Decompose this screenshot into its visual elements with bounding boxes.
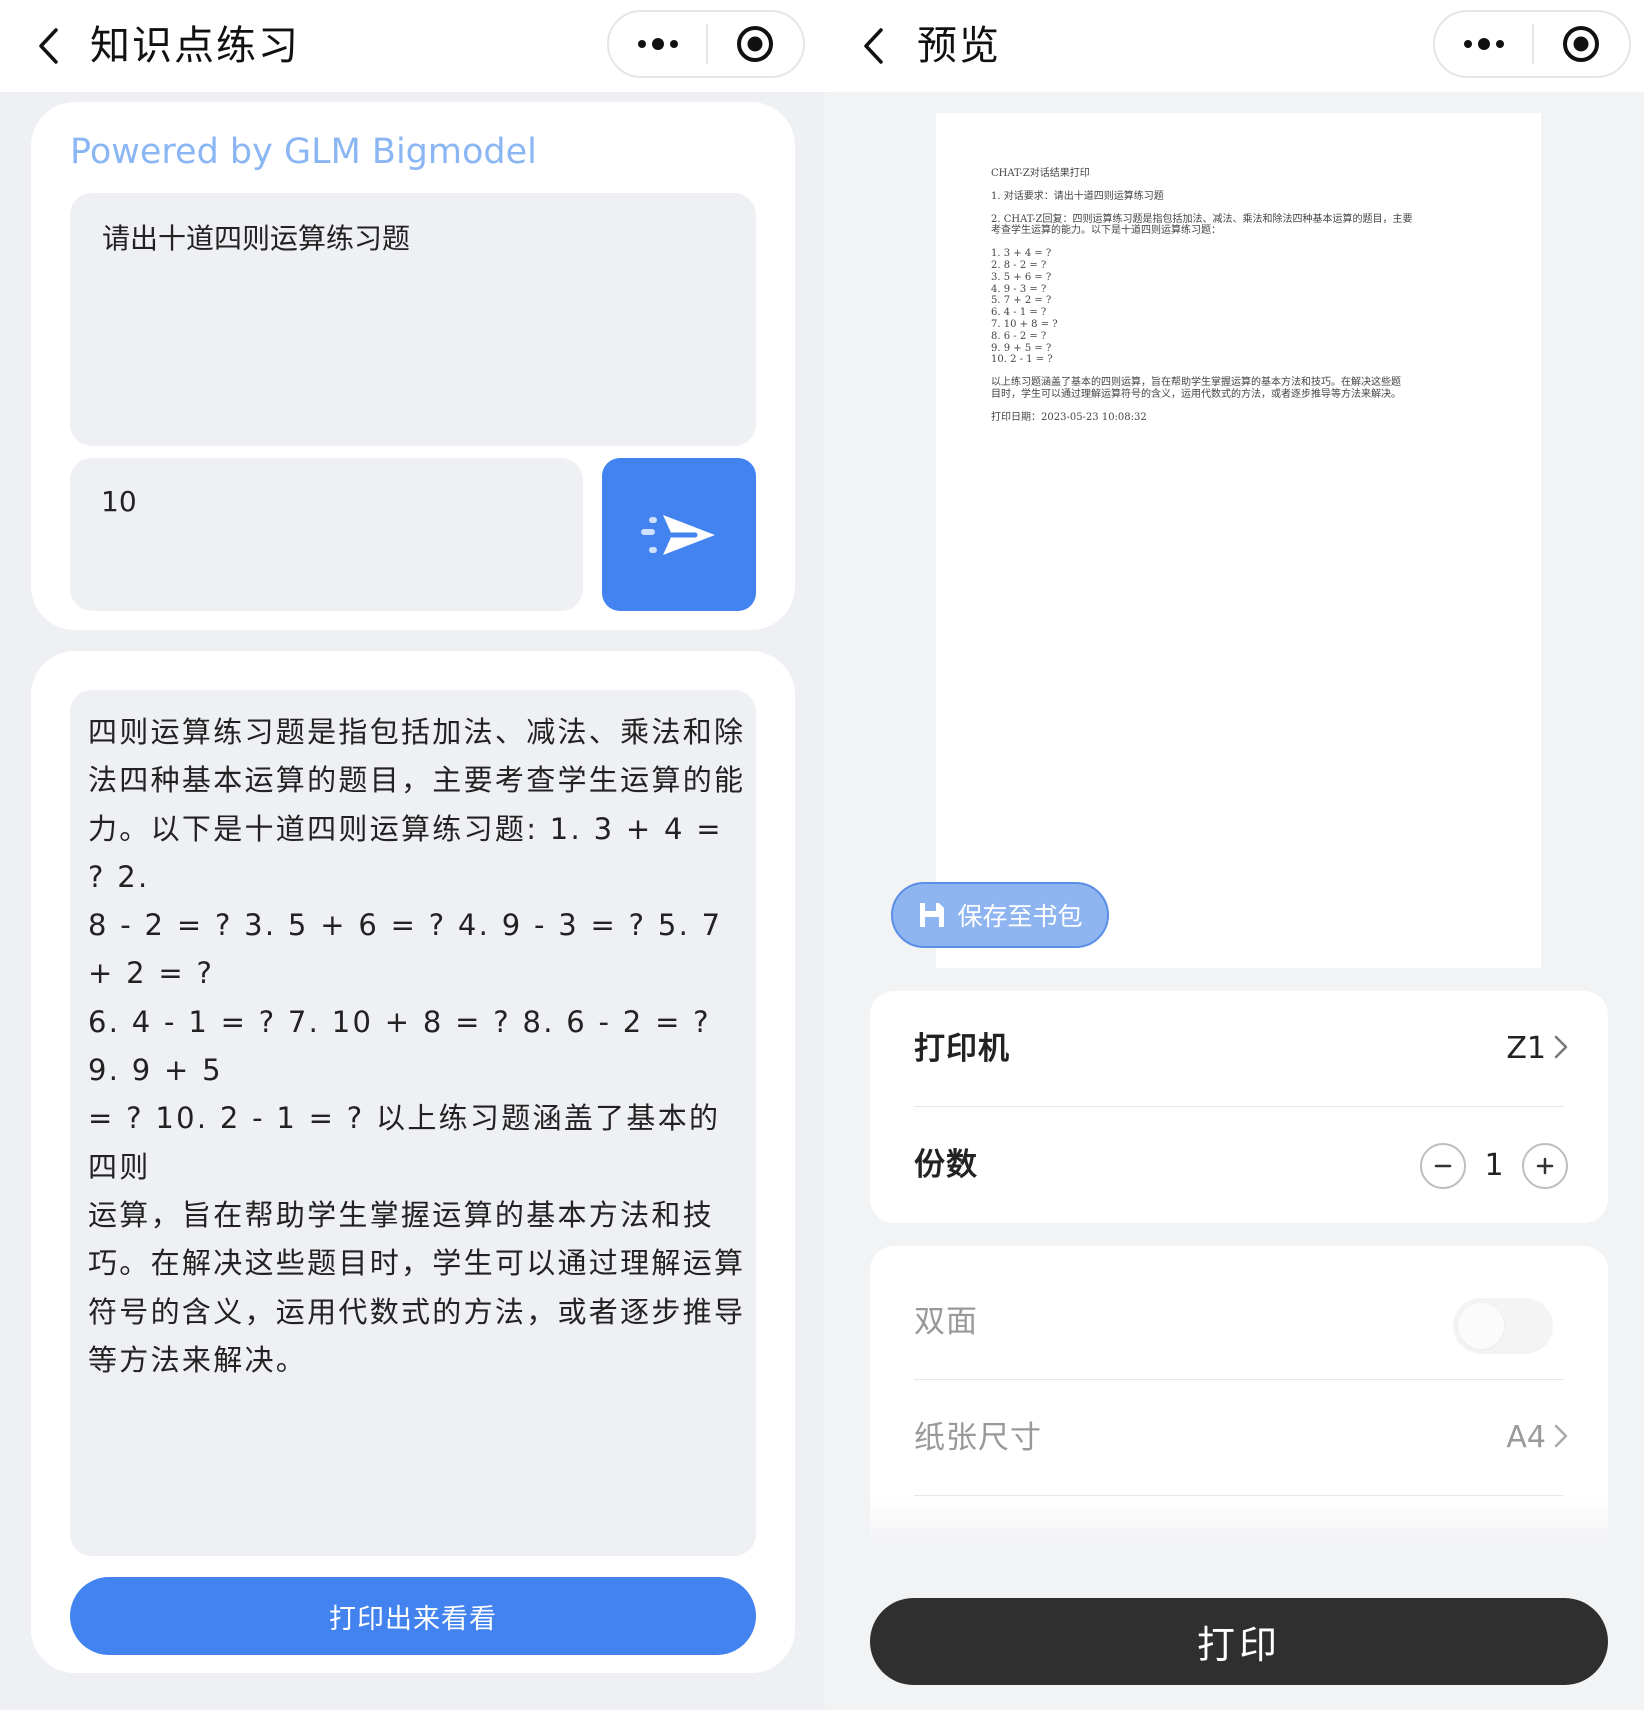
printer-row[interactable]: 打印机 Z1 bbox=[870, 991, 1608, 1107]
doc-item: 5. 7 + 2 = ? bbox=[991, 295, 1052, 307]
more-button[interactable] bbox=[1435, 12, 1532, 76]
print-settings-card: 打印机 Z1 份数 1 bbox=[870, 991, 1608, 1223]
doc-item: 4. 9 - 3 = ? bbox=[991, 283, 1047, 295]
target-circle-icon bbox=[1563, 26, 1600, 62]
doc-summary: 目时，学生可以通过理解运算符号的含义，运用代数式的方法，或者逐步推导等方法来解决… bbox=[991, 388, 1401, 400]
doc-reply: 考查学生运算的能力。以下是十道四则运算练习题： bbox=[991, 225, 1221, 237]
duplex-toggle[interactable] bbox=[1453, 1298, 1553, 1354]
nav-bar: 知识点练习 bbox=[0, 0, 825, 92]
more-button[interactable] bbox=[609, 12, 706, 76]
back-button[interactable] bbox=[28, 20, 68, 72]
row-divider bbox=[914, 1495, 1564, 1496]
doc-item: 9. 9 + 5 = ? bbox=[991, 342, 1052, 354]
chevron-right-icon bbox=[1554, 1035, 1568, 1059]
left-screen: 知识点练习 Powered by GLM Bigmodel 请出十道四则运算练习… bbox=[0, 0, 825, 1710]
mini-program-capsule bbox=[1433, 10, 1631, 78]
doc-summary: 以上练习题涵盖了基本的四则运算，旨在帮助学生掌握运算的基本方法和技巧。在解决这些… bbox=[991, 377, 1401, 389]
printer-label: 打印机 bbox=[914, 1031, 1010, 1067]
answer-line: 法四种基本运算的题目，主要考查学生运算的能 bbox=[88, 763, 746, 798]
increase-copies-button[interactable] bbox=[1522, 1143, 1568, 1189]
page-title: 知识点练习 bbox=[90, 23, 300, 69]
save-to-bag-button[interactable]: 保存至书包 bbox=[891, 882, 1109, 948]
scroll-fade bbox=[870, 1500, 1608, 1560]
answer-line: 四则运算练习题是指包括加法、减法、乘法和除 bbox=[88, 715, 746, 749]
duplex-label: 双面 bbox=[914, 1304, 978, 1340]
prompt-value: 请出十道四则运算练习题 bbox=[102, 222, 411, 255]
minus-icon bbox=[1434, 1164, 1452, 1168]
doc-item: 6. 4 - 1 = ? bbox=[991, 307, 1047, 319]
answer-line: 6. 4 - 1 = ? 7. 10 + 8 = ? 8. 6 - 2 = ? … bbox=[88, 1004, 711, 1088]
close-mini-program-button[interactable] bbox=[1534, 12, 1629, 76]
print-preview-button[interactable]: 打印出来看看 bbox=[70, 1577, 756, 1655]
printer-value: Z1 bbox=[1506, 1031, 1546, 1066]
doc-request: 1. 对话要求：请出十道四则运算练习题 bbox=[991, 190, 1164, 202]
send-button[interactable] bbox=[602, 458, 756, 611]
toggle-knob bbox=[1458, 1303, 1504, 1349]
more-dots-icon bbox=[637, 38, 678, 50]
prompt-textarea[interactable]: 请出十道四则运算练习题 bbox=[70, 193, 756, 446]
plus-icon bbox=[1536, 1157, 1554, 1175]
chevron-right-icon bbox=[1554, 1424, 1568, 1448]
answer-line: 力。以下是十道四则运算练习题: 1. 3 + 4 = ? 2. bbox=[88, 811, 723, 894]
count-value: 10 bbox=[101, 485, 137, 518]
answer-line: 符号的含义，运用代数式的方法，或者逐步推导 bbox=[88, 1294, 746, 1329]
floppy-disk-icon bbox=[920, 903, 945, 927]
more-dots-icon bbox=[1463, 38, 1504, 50]
answer-line: 等方法来解决。 bbox=[88, 1342, 308, 1377]
right-screen: 预览 CHAT-Z对话结果打印 1. 对话要求：请出十道四则运算练习题 2. C… bbox=[825, 0, 1644, 1710]
paper-size-row[interactable]: 纸张尺寸 A4 bbox=[870, 1380, 1608, 1496]
chevron-left-icon bbox=[39, 28, 58, 64]
doc-item: 2. 8 - 2 = ? bbox=[991, 259, 1047, 271]
doc-item: 1. 3 + 4 = ? bbox=[991, 248, 1052, 260]
chevron-left-icon bbox=[864, 28, 883, 64]
answer-line: = ? 10. 2 - 1 = ? 以上练习题涵盖了基本的四则 bbox=[88, 1101, 721, 1184]
paper-size-value: A4 bbox=[1506, 1420, 1546, 1455]
copies-row: 份数 1 bbox=[870, 1107, 1608, 1223]
close-mini-program-button[interactable] bbox=[708, 12, 803, 76]
page-title: 预览 bbox=[917, 23, 1001, 69]
answer-line: 8 - 2 = ? 3. 5 + 6 = ? 4. 9 - 3 = ? 5. 7… bbox=[88, 908, 723, 991]
duplex-row: 双面 bbox=[870, 1264, 1608, 1380]
count-input[interactable]: 10 bbox=[70, 458, 583, 611]
powered-by-label: Powered by GLM Bigmodel bbox=[70, 132, 537, 172]
doc-heading: CHAT-Z对话结果打印 bbox=[991, 168, 1090, 179]
copies-label: 份数 bbox=[914, 1147, 978, 1183]
copies-stepper: 1 bbox=[1420, 1143, 1568, 1189]
mini-program-capsule bbox=[607, 10, 805, 78]
copies-value: 1 bbox=[1484, 1148, 1504, 1183]
print-button[interactable]: 打印 bbox=[870, 1598, 1608, 1685]
doc-reply: 2. CHAT-Z回复：四则运算练习题是指包括加法、减法、乘法和除法四种基本运算… bbox=[991, 213, 1413, 225]
doc-date: 打印日期：2023-05-23 10:08:32 bbox=[991, 411, 1147, 423]
target-circle-icon bbox=[737, 26, 774, 62]
doc-item: 7. 10 + 8 = ? bbox=[991, 318, 1058, 330]
paper-size-label: 纸张尺寸 bbox=[914, 1420, 1042, 1456]
doc-item: 3. 5 + 6 = ? bbox=[991, 271, 1052, 283]
save-button-label: 保存至书包 bbox=[957, 902, 1083, 931]
document-content: CHAT-Z对话结果打印 1. 对话要求：请出十道四则运算练习题 2. CHAT… bbox=[991, 168, 1491, 424]
doc-item: 10. 2 - 1 = ? bbox=[991, 354, 1053, 366]
answer-line: 运算，旨在帮助学生掌握运算的基本方法和技 bbox=[88, 1197, 715, 1232]
answer-text: 四则运算练习题是指包括加法、减法、乘法和除 法四种基本运算的题目，主要考查学生运… bbox=[70, 690, 756, 1556]
doc-item: 8. 6 - 2 = ? bbox=[991, 330, 1047, 342]
answer-line: 巧。在解决这些题目时，学生可以通过理解运算 bbox=[88, 1246, 746, 1281]
decrease-copies-button[interactable] bbox=[1420, 1143, 1466, 1189]
paper-plane-icon bbox=[641, 514, 715, 555]
back-button[interactable] bbox=[853, 20, 893, 72]
